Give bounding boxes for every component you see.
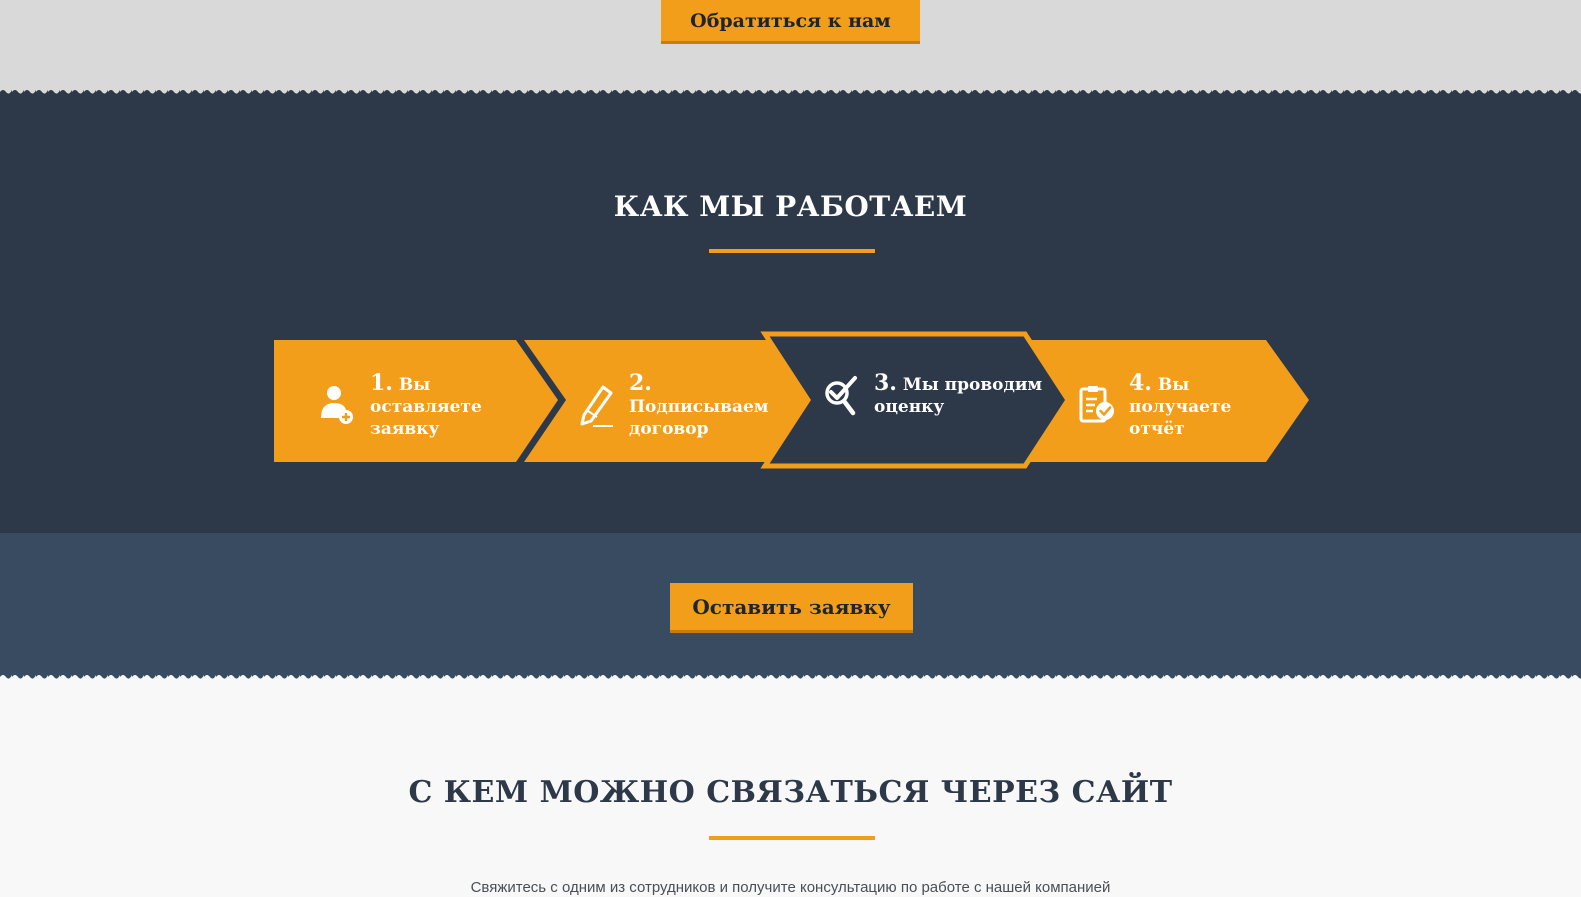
step-number: 3. <box>874 370 897 396</box>
how-we-work-title: КАК МЫ РАБОТАЕМ <box>613 190 968 223</box>
add-user-icon <box>321 386 353 424</box>
step-label-line1: Подписываем <box>629 397 769 417</box>
step-4: 4. Вы получаете отчёт <box>1077 372 1292 440</box>
step-label-line2: договор <box>629 419 709 439</box>
step-number: 4. <box>1129 370 1152 396</box>
step-label-line2: оценку <box>874 397 945 417</box>
step-label-line2: заявку <box>370 419 440 439</box>
search-check-icon <box>825 376 857 416</box>
title-underline <box>709 249 875 253</box>
wave-divider-bottom <box>0 671 1581 683</box>
contact-section-title: С КЕМ МОЖНО СВЯЗАТЬСЯ ЧЕРЕЗ САЙТ <box>408 775 1173 810</box>
title-underline <box>709 836 875 840</box>
step-3: 3. Мы проводим оценку <box>822 372 1052 418</box>
wave-divider-top <box>0 86 1581 98</box>
clipboard-check-icon <box>1079 386 1114 423</box>
contact-section-subtitle: Свяжитесь с одним из сотрудников и получ… <box>470 879 1111 896</box>
step-number: 2. <box>629 370 652 396</box>
contact-us-button[interactable]: Обратиться к нам <box>661 0 920 44</box>
leave-request-button[interactable]: Оставить заявку <box>670 583 913 633</box>
step-number: 1. <box>370 370 393 396</box>
step-label-line2: отчёт <box>1129 419 1185 439</box>
step-label-line1: Мы проводим <box>902 375 1043 395</box>
how-we-work-section <box>0 92 1581 533</box>
step-1: 1. Вы оставляете заявку <box>318 372 533 440</box>
step-2: 2. Подписываем договор <box>577 372 792 440</box>
pencil-icon <box>580 385 613 427</box>
